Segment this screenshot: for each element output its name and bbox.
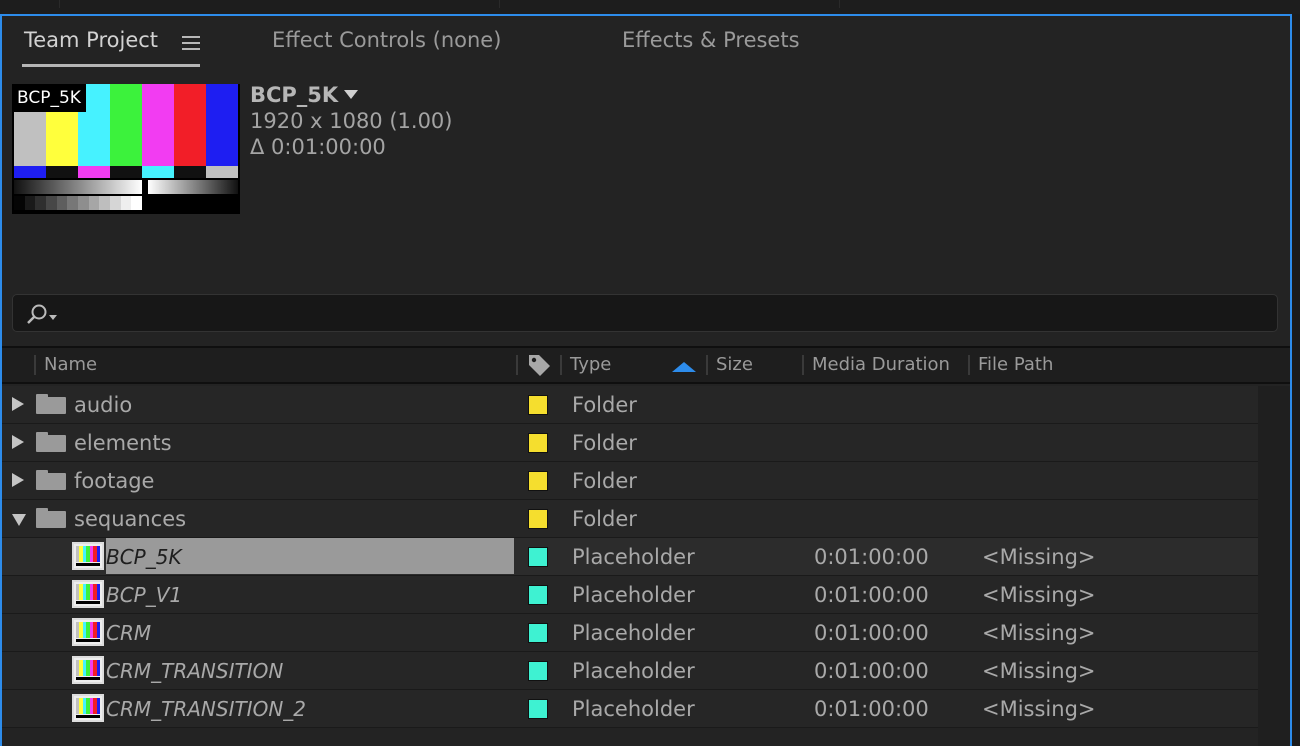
item-name: sequances [74,507,187,531]
label-color-swatch[interactable] [528,509,548,529]
tab-effects-presets[interactable]: Effects & Presets [622,28,800,52]
disclosure-triangle-icon[interactable] [12,397,24,411]
item-type: Placeholder [572,545,695,569]
item-name: BCP_V1 [106,583,183,607]
item-name: elements [74,431,172,455]
search-input[interactable] [59,295,1259,331]
column-divider[interactable] [34,355,36,375]
folder-icon [36,394,66,414]
top-strip [0,0,1300,14]
folder-icon [36,470,66,490]
panel-tabs: Team Project Effect Controls (none) Effe… [2,16,1290,72]
label-color-swatch[interactable] [528,471,548,491]
folder-row-audio[interactable]: audio Folder [2,386,1258,424]
column-media-duration[interactable]: Media Duration [812,348,950,382]
item-type: Placeholder [572,583,695,607]
project-panel: Team Project Effect Controls (none) Effe… [0,14,1292,746]
item-media-duration: 0:01:00:00 [814,697,929,721]
column-file-path[interactable]: File Path [978,348,1053,382]
item-media-duration: 0:01:00:00 [814,621,929,645]
label-color-swatch[interactable] [528,585,548,605]
item-type: Placeholder [572,659,695,683]
item-name: BCP_5K [106,545,182,569]
folder-icon [36,508,66,528]
comp-row-bcp-5k[interactable]: BCP_5K Placeholder 0:01:00:00 <Missing> [2,538,1258,576]
top-strip-segment [500,0,840,8]
item-type: Folder [572,469,637,493]
item-media-duration: 0:01:00:00 [814,545,929,569]
item-type: Placeholder [572,621,695,645]
dropdown-caret-icon[interactable] [344,90,359,99]
item-dimensions: 1920 x 1080 (1.00) [250,109,453,133]
preview-thumbnail: BCP_5K [12,84,240,214]
composition-icon [72,618,104,646]
top-strip-segment [60,0,500,8]
disclosure-triangle-icon[interactable] [12,473,24,487]
composition-icon [72,580,104,608]
comp-row-bcp-v1[interactable]: BCP_V1 Placeholder 0:01:00:00 <Missing> [2,576,1258,614]
column-divider[interactable] [516,355,518,375]
thumbnail-label: BCP_5K [12,84,86,112]
folder-row-elements[interactable]: elements Folder [2,424,1258,462]
column-divider[interactable] [802,355,804,375]
item-file-path: <Missing> [982,583,1096,607]
label-color-swatch[interactable] [528,623,548,643]
item-file-path: <Missing> [982,659,1096,683]
item-type: Folder [572,507,637,531]
item-name: CRM [106,621,152,645]
comp-row-crm-transition-2[interactable]: CRM_TRANSITION_2 Placeholder 0:01:00:00 … [2,690,1258,728]
folder-row-sequances[interactable]: sequances Folder [2,500,1258,538]
top-strip-segment [0,0,60,8]
column-divider[interactable] [560,355,562,375]
disclosure-triangle-icon[interactable] [12,435,24,449]
column-divider[interactable] [968,355,970,375]
tab-team-project[interactable]: Team Project [24,28,158,52]
active-tab-indicator [22,64,200,67]
label-color-swatch[interactable] [528,395,548,415]
column-name[interactable]: Name [44,348,97,382]
item-file-path: <Missing> [982,697,1096,721]
vertical-scrollbar[interactable] [1258,386,1290,746]
tag-icon[interactable] [526,352,552,378]
column-type[interactable]: Type [570,348,611,382]
panel-menu-icon[interactable] [182,36,200,50]
item-name: CRM_TRANSITION_2 [106,697,307,721]
composition-icon [72,656,104,684]
label-color-swatch[interactable] [528,547,548,567]
folder-row-footage[interactable]: footage Folder [2,462,1258,500]
disclosure-triangle-icon[interactable] [12,514,26,526]
item-name: footage [74,469,155,493]
comp-row-crm[interactable]: CRM Placeholder 0:01:00:00 <Missing> [2,614,1258,652]
item-info: BCP_5K 1920 x 1080 (1.00) Δ 0:01:00:00 [250,82,452,160]
item-type: Folder [572,393,637,417]
folder-icon [36,432,66,452]
composition-icon [72,542,104,570]
item-name: audio [74,393,133,417]
item-name: BCP_5K [250,83,339,107]
search-field[interactable] [12,294,1278,332]
item-name: CRM_TRANSITION [106,659,284,683]
label-color-swatch[interactable] [528,661,548,681]
comp-row-crm-transition[interactable]: CRM_TRANSITION Placeholder 0:01:00:00 <M… [2,652,1258,690]
item-file-path: <Missing> [982,621,1096,645]
label-color-swatch[interactable] [528,433,548,453]
tab-effect-controls[interactable]: Effect Controls (none) [272,28,501,52]
item-media-duration: 0:01:00:00 [814,583,929,607]
item-media-duration: 0:01:00:00 [814,659,929,683]
item-type: Placeholder [572,697,695,721]
column-divider[interactable] [706,355,708,375]
column-size[interactable]: Size [716,348,753,382]
item-file-path: <Missing> [982,545,1096,569]
column-header: Name Type Size Media Duration File Path [2,346,1290,384]
search-icon[interactable] [25,303,59,325]
label-color-swatch[interactable] [528,699,548,719]
item-duration: Δ 0:01:00:00 [250,135,386,159]
sort-ascending-icon[interactable] [672,362,696,372]
item-type: Folder [572,431,637,455]
composition-icon [72,694,104,722]
